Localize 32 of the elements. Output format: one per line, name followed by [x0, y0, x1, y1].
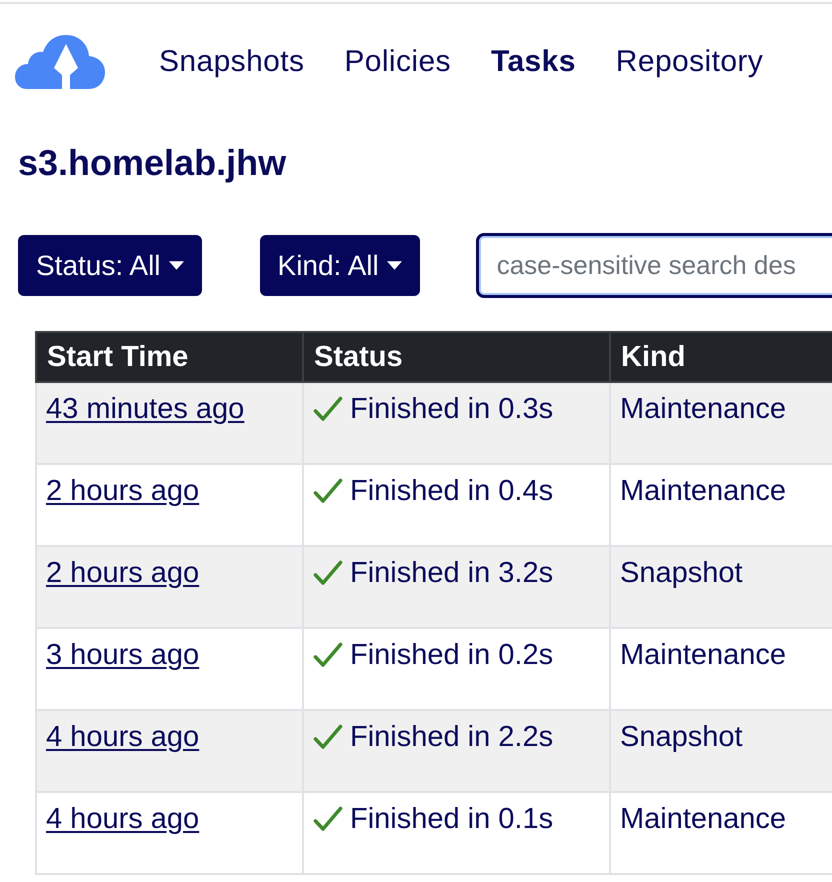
status-text: Finished in 2.2s: [350, 720, 554, 755]
column-header: Kind: [610, 332, 832, 382]
task-kind: Maintenance: [620, 393, 786, 425]
filter-dropdown-button[interactable]: Status: All: [18, 235, 202, 296]
status-text: Finished in 0.3s: [350, 392, 554, 427]
nav-link[interactable]: Repository: [616, 44, 764, 80]
checkmark-icon: [313, 560, 343, 586]
task-kind: Maintenance: [620, 639, 786, 671]
nav-link[interactable]: Policies: [344, 44, 451, 80]
search-field[interactable]: case-sensitive search des: [476, 233, 832, 298]
task-kind: Maintenance: [620, 475, 786, 507]
caret-icon: [386, 261, 402, 270]
cloud-arrow-logo[interactable]: [15, 35, 105, 89]
status-text: Finished in 3.2s: [350, 556, 554, 591]
filter-dropdown-button[interactable]: Kind: All: [260, 235, 420, 296]
caret-icon: [168, 261, 184, 270]
column-header: Start Time: [36, 332, 303, 382]
checkmark-icon: [313, 478, 343, 504]
task-kind: Snapshot: [620, 721, 743, 753]
checkmark-icon: [313, 642, 343, 668]
checkmark-icon: [313, 396, 343, 422]
nav-link[interactable]: Tasks: [490, 44, 576, 80]
repository-title: s3.homelab.jhw: [18, 141, 286, 185]
task-kind: Maintenance: [620, 803, 786, 835]
status-text: Finished in 0.1s: [350, 802, 554, 837]
nav-link[interactable]: Snapshots: [159, 44, 304, 80]
checkmark-icon: [313, 724, 343, 750]
status-text: Finished in 0.4s: [350, 474, 554, 509]
status-text: Finished in 0.2s: [350, 638, 554, 673]
checkmark-icon: [313, 806, 343, 832]
column-header: Status: [303, 332, 610, 382]
task-kind: Snapshot: [620, 557, 743, 589]
